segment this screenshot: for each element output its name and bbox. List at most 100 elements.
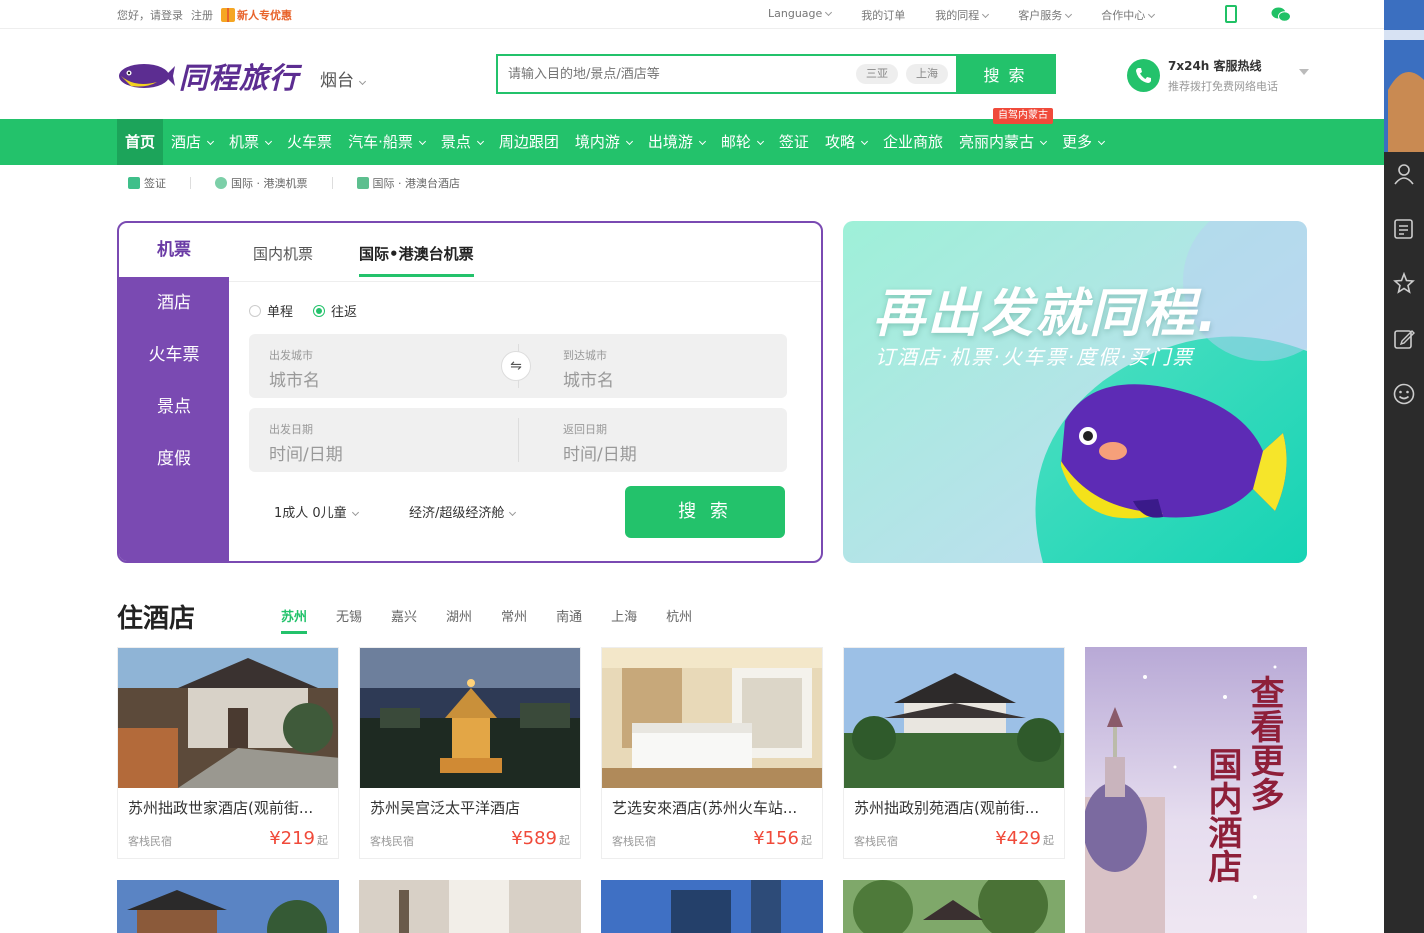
search-input[interactable] (498, 56, 856, 92)
passenger-select[interactable]: 1成人 0儿童 (274, 502, 359, 521)
hotel-card[interactable] (601, 880, 823, 933)
nav-item-5[interactable]: 景点 (433, 119, 491, 165)
category-hotels[interactable]: 酒店 (119, 277, 229, 329)
one-way-radio[interactable]: 单程 (249, 301, 293, 320)
date-fields: 出发日期 时间/日期 返回日期 时间/日期 (249, 408, 787, 472)
category-attractions[interactable]: 景点 (119, 381, 229, 433)
sidebar-ad[interactable] (1384, 0, 1424, 152)
city-tab-hangzhou[interactable]: 杭州 (666, 606, 692, 634)
flight-search-button[interactable]: 搜 索 (625, 486, 785, 538)
nav-item-8[interactable]: 出境游 (640, 119, 713, 165)
return-date-field[interactable]: 返回日期 时间/日期 (539, 408, 787, 472)
chevron-down-icon (206, 137, 215, 146)
nav-item-10[interactable]: 签证 (771, 119, 817, 165)
city-tab-nantong[interactable]: 南通 (556, 606, 582, 634)
nav-item-7[interactable]: 境内游 (567, 119, 640, 165)
return-date-label: 返回日期 (563, 423, 607, 436)
nav-item-9[interactable]: 邮轮 (713, 119, 771, 165)
nav-item-3[interactable]: 火车票 (279, 119, 340, 165)
chevron-down-icon (1039, 137, 1048, 146)
feedback-edit-icon[interactable] (1393, 328, 1415, 350)
divider (518, 418, 519, 462)
hotel-price-value: ¥156 (753, 828, 799, 849)
nav-item-6[interactable]: 周边跟团 (491, 119, 567, 165)
nav-item-label: 企业商旅 (882, 133, 943, 151)
city-tab-wuxi[interactable]: 无锡 (336, 606, 362, 634)
my-trips-menu[interactable]: 我的同程 (935, 7, 990, 23)
nav-item-13[interactable]: 亮丽内蒙古 自驾内蒙古 (951, 108, 1054, 165)
category-flights[interactable]: 机票 (119, 223, 229, 277)
depart-date-field[interactable]: 出发日期 时间/日期 (249, 408, 517, 472)
search-tag-shanghai[interactable]: 上海 (906, 64, 948, 84)
hotel-photo (601, 880, 823, 933)
nav-item-label: 景点 (440, 133, 471, 151)
hotline[interactable]: 7x24h 客服热线 推荐拨打免费网络电话 (1127, 57, 1309, 94)
city-selector[interactable]: 烟台 (320, 66, 367, 91)
my-orders-link[interactable]: 我的订单 (861, 7, 905, 23)
hotel-card[interactable] (843, 880, 1065, 933)
language-menu[interactable]: Language (768, 7, 833, 23)
to-city-field[interactable]: 到达城市 城市名 (539, 334, 787, 398)
nav-item-4[interactable]: 汽车·船票 (340, 119, 433, 165)
promo-banner[interactable]: 再出发就同程. 订酒店·机票·火车票·度假·买门票 (843, 221, 1307, 563)
nav-item-12[interactable]: 企业商旅 (875, 119, 951, 165)
tab-domestic-flights[interactable]: 国内机票 (253, 243, 313, 277)
booking-panel: 机票 酒店 火车票 景点 度假 国内机票 国际•港澳台机票 单程 往返 出发城市… (117, 221, 823, 563)
register-link[interactable]: 注册 (191, 7, 213, 23)
round-trip-radio[interactable]: 往返 (313, 301, 357, 320)
customer-service-menu[interactable]: 客户服务 (1018, 7, 1073, 23)
subnav-visa[interactable]: 签证 (128, 175, 166, 191)
price-suffix: 起 (559, 834, 570, 847)
city-tab-shanghai[interactable]: 上海 (611, 606, 637, 634)
nav-item-0[interactable]: 首页 (117, 119, 164, 165)
hotel-card[interactable]: 苏州吴宫泛太平洋酒店 客栈民宿 ¥589 起 (359, 647, 581, 859)
city-tab-changzhou[interactable]: 常州 (501, 606, 527, 634)
subnav-intl-hotels[interactable]: 国际 · 港澳台酒店 (356, 175, 461, 191)
hotel-card[interactable]: 艺选安來酒店(苏州火车站... 客栈民宿 ¥156 起 (601, 647, 823, 859)
more-hotels-card[interactable]: 查看更多 国内酒店 (1085, 647, 1307, 933)
radio-circle-selected (313, 304, 326, 317)
city-tab-huzhou[interactable]: 湖州 (446, 606, 472, 634)
hotel-card[interactable] (359, 880, 581, 933)
chevron-down-icon (756, 137, 764, 146)
hotel-price: ¥429 起 (995, 828, 1054, 849)
mobile-app-icon[interactable] (1225, 5, 1237, 23)
nav-item-1[interactable]: 酒店 (163, 119, 221, 165)
hotel-type: 客栈民宿 (612, 835, 656, 848)
orders-icon[interactable] (1393, 218, 1415, 240)
partner-center-menu[interactable]: 合作中心 (1101, 7, 1156, 23)
city-tab-jiaxing[interactable]: 嘉兴 (391, 606, 417, 634)
tab-intl-flights[interactable]: 国际•港澳台机票 (359, 243, 474, 277)
hotel-card[interactable]: 苏州拙政世家酒店(观前街... 客栈民宿 ¥219 起 (117, 647, 339, 859)
category-vacation[interactable]: 度假 (119, 433, 229, 485)
price-suffix: 起 (801, 834, 812, 847)
search-button[interactable]: 搜 索 (956, 56, 1054, 92)
nav-item-11[interactable]: 攻略 (817, 119, 875, 165)
star-icon[interactable] (1393, 272, 1415, 294)
hotel-card[interactable] (117, 880, 339, 933)
login-link[interactable]: 您好，请登录 (117, 7, 183, 23)
subnav-intl-hotels-label: 国际 · 港澳台酒店 (372, 177, 461, 190)
visa-icon (128, 177, 140, 189)
user-icon[interactable] (1393, 163, 1415, 185)
service-smile-icon[interactable] (1393, 383, 1415, 405)
hotel-photo (843, 880, 1065, 933)
subnav-intl-flights[interactable]: 国际 · 港澳机票 (215, 175, 308, 191)
site-logo[interactable]: 同程旅行 (117, 55, 299, 97)
new-user-promo[interactable]: 新人专优惠 (221, 7, 292, 23)
main-nav: 首页 酒店 机票 火车票 汽车·船票 景点 周边跟团 境内游 出境游 邮轮 签证 攻略 企业商旅 亮丽内蒙… (0, 108, 1384, 165)
city-tab-suzhou[interactable]: 苏州 (281, 606, 308, 634)
nav-item-14[interactable]: 更多 (1054, 119, 1112, 165)
swap-cities-icon[interactable]: ⇋ (501, 351, 531, 381)
category-trains[interactable]: 火车票 (119, 329, 229, 381)
from-city-field[interactable]: 出发城市 城市名 (249, 334, 509, 398)
nav-item-2[interactable]: 机票 (221, 119, 279, 165)
wechat-icon[interactable] (1271, 7, 1291, 22)
chevron-down-icon (265, 137, 273, 146)
search-tag-sanya[interactable]: 三亚 (856, 64, 898, 84)
chevron-down-icon (860, 137, 868, 146)
hotel-card[interactable]: 苏州拙政别苑酒店(观前街... 客栈民宿 ¥429 起 (843, 647, 1065, 859)
from-city-value: 城市名 (269, 371, 320, 391)
cabin-select[interactable]: 经济/超级经济舱 (409, 502, 517, 521)
chevron-down-icon (1097, 137, 1106, 146)
